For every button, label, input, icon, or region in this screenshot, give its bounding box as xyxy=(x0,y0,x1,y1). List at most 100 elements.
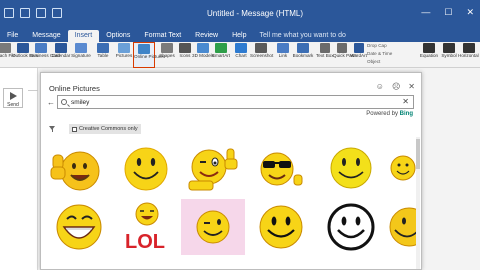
signature-button[interactable]: Signature xyxy=(70,42,92,68)
compose-pane: Send xyxy=(0,68,38,270)
wordart-button[interactable]: WordArt xyxy=(350,42,367,68)
pictures-button[interactable]: Pictures xyxy=(113,42,135,68)
lol-text: LOL xyxy=(125,231,165,253)
result-lol-smiley[interactable]: LOL xyxy=(113,199,177,255)
dialog-controls: ☺ ☹ ✕ xyxy=(376,82,415,91)
result-simple-smiley[interactable] xyxy=(317,141,385,196)
search-input[interactable] xyxy=(71,97,391,108)
close-button[interactable]: ✕ xyxy=(466,7,474,18)
date-time-button[interactable]: Date & Time xyxy=(367,51,392,56)
result-sunglasses-smiley[interactable] xyxy=(249,141,313,196)
result-wink-pink-smiley[interactable] xyxy=(181,199,245,255)
wordart-icon xyxy=(353,43,364,53)
ribbon-button-label: Table xyxy=(97,53,109,58)
chart-icon xyxy=(235,43,247,53)
sunglasses-smiley-image xyxy=(260,152,303,186)
ribbon-button-label: Screenshot xyxy=(250,53,274,58)
calendar-button[interactable]: Calendar xyxy=(50,42,72,68)
powered-by-bing: Powered by Bing xyxy=(366,111,413,117)
smartart-icon xyxy=(215,43,227,53)
result-small-smiley[interactable] xyxy=(389,141,417,196)
equation-button[interactable]: Equation xyxy=(418,42,440,68)
feedback-frown-icon[interactable]: ☹ xyxy=(392,82,400,91)
smartart-button[interactable]: SmartArt xyxy=(210,42,232,68)
tab-insert[interactable]: Insert xyxy=(67,30,100,42)
title-bar: Untitled - Message (HTML) — ☐ ✕ xyxy=(0,0,480,30)
ribbon-button-label: Calendar xyxy=(51,53,71,58)
dialog-close-icon[interactable]: ✕ xyxy=(408,82,415,91)
ribbon-button-label: Horizontal Line xyxy=(458,53,480,58)
business-card-button[interactable]: Business Card xyxy=(30,42,60,68)
results-scrollbar[interactable] xyxy=(416,137,420,269)
bookmark-icon xyxy=(297,43,309,53)
business-card-icon xyxy=(35,43,47,53)
quick-parts-button[interactable]: Quick Parts xyxy=(333,42,357,68)
customize-icon[interactable] xyxy=(52,8,62,18)
result-laughing-smiley[interactable] xyxy=(45,199,109,255)
creative-commons-checkbox[interactable] xyxy=(72,126,77,132)
bing-logo: Bing xyxy=(399,111,413,117)
outlook-item-icon xyxy=(17,43,29,53)
tab-format-text[interactable]: Format Text xyxy=(137,30,188,42)
ribbon-button-label: SmartArt xyxy=(211,53,231,58)
link-icon xyxy=(277,43,289,53)
winking-thumbs-smiley-image xyxy=(188,148,238,191)
outline-smiley-image xyxy=(327,203,375,251)
lol-smiley-image: LOL xyxy=(125,202,165,253)
creative-commons-filter[interactable]: Creative Commons only xyxy=(69,124,141,134)
bookmark-button[interactable]: Bookmark xyxy=(292,42,314,68)
filter-icon[interactable] xyxy=(49,126,56,132)
message-body-area[interactable] xyxy=(423,68,480,270)
feedback-smile-icon[interactable]: ☺ xyxy=(376,82,384,91)
dialog-title: Online Pictures xyxy=(49,84,100,93)
result-happy-smiley[interactable] xyxy=(249,199,313,255)
tab-message[interactable]: Message xyxy=(25,30,67,42)
result-outline-smiley[interactable] xyxy=(317,199,385,255)
undo-icon[interactable] xyxy=(20,8,30,18)
drop-cap-button[interactable]: Drop Cap xyxy=(367,43,387,48)
ribbon-button-label: Signature xyxy=(71,53,91,58)
quick-parts-icon xyxy=(336,43,347,53)
calendar-icon xyxy=(55,43,67,53)
horizontal-line-button[interactable]: Horizontal Line xyxy=(458,42,480,68)
happy-smiley-image xyxy=(259,205,303,249)
tab-review[interactable]: Review xyxy=(188,30,225,42)
send-button[interactable]: Send xyxy=(3,88,23,108)
grinning-smiley-image xyxy=(389,207,417,247)
online-pictures-icon xyxy=(138,44,150,54)
classic-smiley-image xyxy=(124,147,168,191)
tab-options[interactable]: Options xyxy=(99,30,137,42)
table-button[interactable]: Table xyxy=(92,42,114,68)
ribbon-button-label: Chart xyxy=(235,53,247,58)
result-winking-thumbs-smiley[interactable] xyxy=(181,141,245,196)
save-icon[interactable] xyxy=(4,8,14,18)
ribbon-button-label: WordArt xyxy=(350,53,367,58)
object-button[interactable]: Object xyxy=(367,59,380,64)
ribbon-button-label: Text Box xyxy=(316,53,334,58)
tab-help[interactable]: Help xyxy=(225,30,253,42)
creative-commons-label: Creative Commons only xyxy=(79,126,138,132)
chart-button[interactable]: Chart xyxy=(230,42,252,68)
tab-file[interactable]: File xyxy=(0,30,25,42)
equation-icon xyxy=(423,43,435,53)
online-pictures-button[interactable]: Online Pictures xyxy=(133,42,165,68)
result-thumbs-up-smiley[interactable] xyxy=(45,141,109,196)
screenshot-button[interactable]: Screenshot xyxy=(250,42,274,68)
simple-smiley-image xyxy=(330,147,372,189)
to-field-line xyxy=(28,90,38,91)
text-box-button[interactable]: Text Box xyxy=(316,42,334,68)
search-box[interactable]: ✕ xyxy=(57,95,414,109)
result-grinning-smiley[interactable] xyxy=(389,199,417,255)
clear-search-icon[interactable]: ✕ xyxy=(402,97,409,106)
symbol-button[interactable]: Symbol xyxy=(438,42,460,68)
minimize-button[interactable]: — xyxy=(421,7,430,18)
result-classic-smiley[interactable] xyxy=(113,141,177,196)
horizontal-line-icon xyxy=(463,43,475,53)
redo-icon[interactable] xyxy=(36,8,46,18)
back-arrow-icon[interactable]: ← xyxy=(47,98,55,107)
ribbon-button-label: Business Card xyxy=(30,53,60,58)
link-button[interactable]: Link xyxy=(272,42,294,68)
maximize-button[interactable]: ☐ xyxy=(444,7,452,18)
outlook-window: Untitled - Message (HTML) — ☐ ✕ File Mes… xyxy=(0,0,480,270)
tell-me-box[interactable]: Tell me what you want to do xyxy=(260,30,346,42)
